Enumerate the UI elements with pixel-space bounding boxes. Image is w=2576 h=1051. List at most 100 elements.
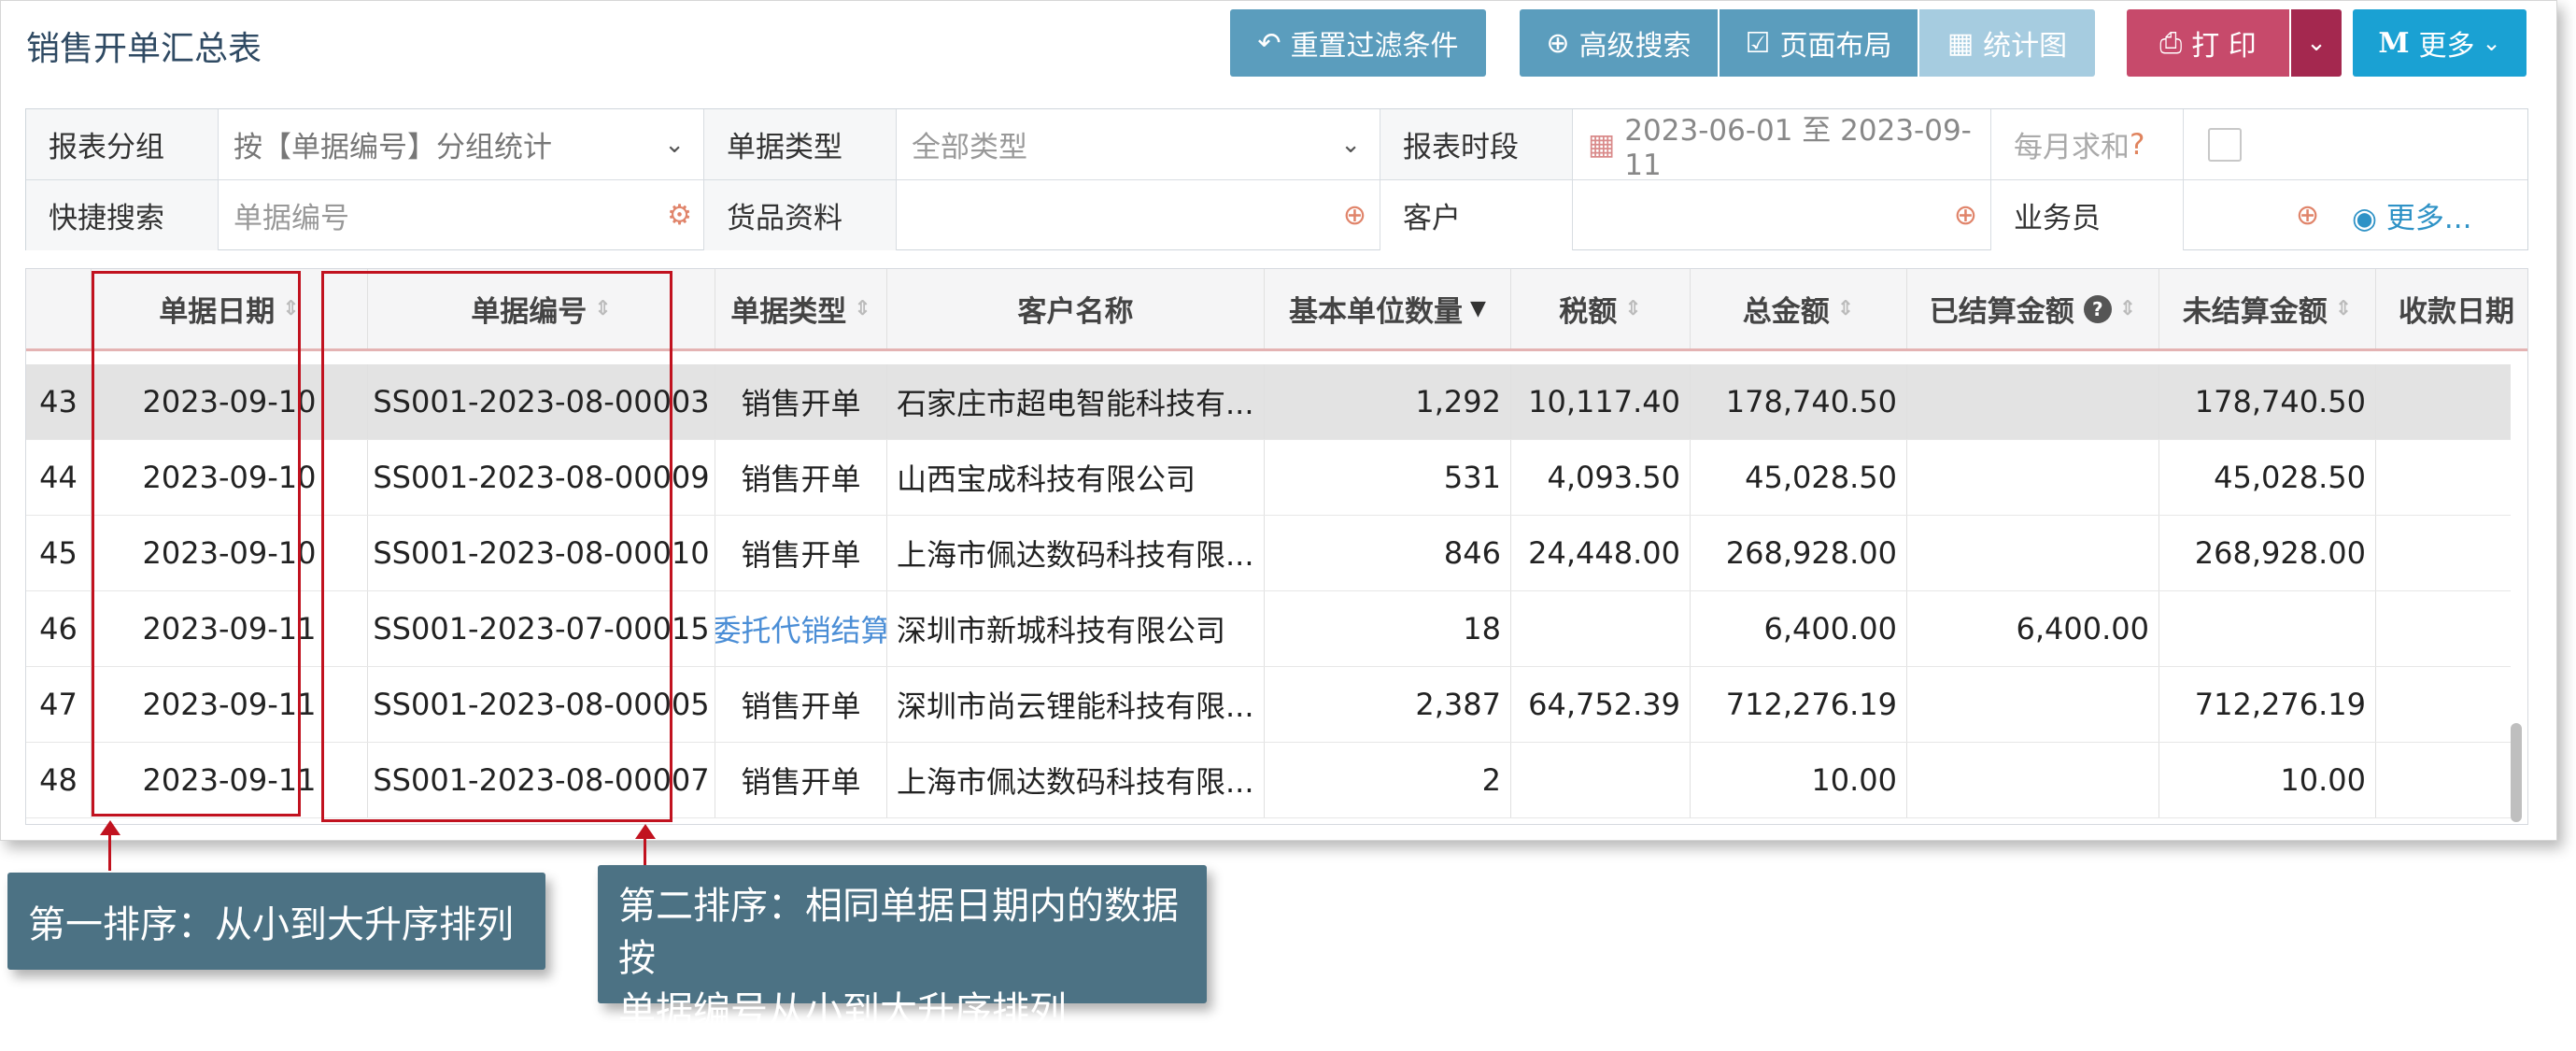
second-sort-line1: 第二排序：相同单据日期内的数据按	[618, 885, 1179, 980]
page-layout-button[interactable]: ☑ 页面布局	[1720, 9, 1918, 77]
header-label: 单据类型	[730, 295, 847, 329]
chevron-down-icon: ⌄	[2306, 29, 2327, 57]
cell-qty: 1,292	[1265, 364, 1511, 439]
header-label: 客户名称	[1017, 295, 1134, 329]
customer-input[interactable]: ⊕	[1573, 180, 1991, 250]
cell-pay-date	[2376, 667, 2511, 742]
cell-qty: 846	[1265, 516, 1511, 590]
quick-search-input[interactable]: 单据编号 ⚙	[219, 180, 704, 250]
more-filters-link[interactable]: ◉ 更多...	[2352, 194, 2471, 236]
report-group-label: 报表分组	[26, 109, 219, 180]
monthly-sum-checkbox[interactable]	[2208, 127, 2242, 162]
cell-unsettled: 45,028.50	[2159, 440, 2376, 515]
sort-icon: ⇕	[1624, 297, 1642, 320]
header-label: 税额	[1559, 295, 1618, 329]
period-input[interactable]: ▦ 2023-06-01 至 2023-09-11	[1573, 109, 1991, 182]
header-unsettled[interactable]: 未结算金额 ⇕	[2159, 269, 2376, 348]
cell-settled	[1907, 440, 2159, 515]
cell-doc-type-link[interactable]: 委托代销结算	[715, 591, 887, 666]
cell-settled	[1907, 743, 2159, 817]
monthly-sum-text: 每月求和	[2014, 131, 2130, 164]
cell-tax: 64,752.39	[1511, 667, 1691, 742]
zoom-search-icon[interactable]: ⊕	[2296, 199, 2319, 232]
report-group-select[interactable]: 按【单据编号】分组统计 ⌄	[219, 109, 704, 180]
sort-desc-icon: ▼	[1470, 297, 1486, 320]
cell-tax	[1511, 591, 1691, 666]
cell-customer: 山西宝成科技有限公司	[887, 440, 1265, 515]
search-plus-icon: ⊕	[1546, 26, 1570, 60]
zoom-search-icon[interactable]: ⊕	[1343, 199, 1366, 232]
period-value: 2023-06-01 至 2023-09-11	[1624, 114, 1972, 182]
sort-icon: ⇕	[854, 297, 871, 320]
header-customer[interactable]: 客户名称	[887, 269, 1265, 348]
cell-unsettled	[2159, 591, 2376, 666]
advanced-search-label: 高级搜索	[1578, 30, 1691, 63]
cell-settled	[1907, 364, 2159, 439]
settings-gears-icon[interactable]: ⚙	[667, 199, 692, 232]
sort-icon: ⇕	[2334, 297, 2353, 320]
m-logo-icon: M	[2378, 26, 2410, 60]
header-settled[interactable]: 已结算金额? ⇕	[1907, 269, 2159, 348]
header-doc-type[interactable]: 单据类型 ⇕	[715, 269, 887, 348]
chevron-down-icon: ⌄	[2482, 30, 2501, 56]
docno-column-highlight	[321, 271, 672, 822]
header-label: 未结算金额	[2182, 295, 2328, 329]
vertical-scrollbar[interactable]	[2511, 723, 2522, 822]
advanced-search-button[interactable]: ⊕ 高级搜索	[1520, 9, 1718, 77]
calendar-icon: ▦	[1588, 127, 1616, 162]
print-dropdown-button[interactable]: ⌄	[2291, 9, 2342, 77]
cell-doc-type: 销售开单	[715, 516, 887, 590]
goods-input[interactable]: ⊕	[897, 180, 1380, 250]
cell-unsettled: 178,740.50	[2159, 364, 2376, 439]
more-menu-button[interactable]: M 更多 ⌄	[2353, 9, 2526, 77]
quick-search-label: 快捷搜索	[26, 180, 219, 250]
cell-pay-date	[2376, 743, 2511, 817]
cell-pay-date	[2376, 440, 2511, 515]
grid-icon: ▦	[1946, 26, 1974, 60]
cell-customer: 石家庄市超电智能科技有...	[887, 364, 1265, 439]
cell-doc-type: 销售开单	[715, 440, 887, 515]
horizontal-scrollbar[interactable]	[77, 824, 1057, 825]
header-pay-date[interactable]: 收款日期	[2376, 269, 2527, 348]
chart-button[interactable]: ▦ 统计图	[1919, 9, 2095, 77]
date-column-highlight	[92, 271, 301, 817]
cell-settled: 6,400.00	[1907, 591, 2159, 666]
sort-icon: ⇕	[1836, 297, 1855, 320]
cell-total: 45,028.50	[1691, 440, 1907, 515]
cell-customer: 深圳市新城科技有限公司	[887, 591, 1265, 666]
cell-total: 10.00	[1691, 743, 1907, 817]
header-qty[interactable]: 基本单位数量 ▼	[1265, 269, 1511, 348]
cell-doc-type: 销售开单	[715, 743, 887, 817]
help-icon[interactable]: ?	[2083, 294, 2112, 323]
header-label: 基本单位数量	[1289, 295, 1464, 329]
zoom-search-icon[interactable]: ⊕	[1954, 199, 1977, 232]
cell-doc-type: 销售开单	[715, 364, 887, 439]
goods-label: 货品资料	[704, 180, 897, 250]
row-number: 46	[26, 591, 92, 666]
header-total[interactable]: 总金额 ⇕	[1691, 269, 1907, 348]
cell-qty: 2	[1265, 743, 1511, 817]
arrow-line	[644, 837, 646, 865]
chart-label: 统计图	[1983, 30, 2068, 63]
print-button[interactable]: ⎙ 打 印	[2127, 9, 2289, 77]
cell-total: 712,276.19	[1691, 667, 1907, 742]
chevron-down-icon: ⌄	[1340, 130, 1361, 159]
filter-panel: 报表分组 按【单据编号】分组统计 ⌄ 单据类型 全部类型 ⌄ 报表时段 ▦ 20…	[25, 108, 2528, 250]
row-number: 48	[26, 743, 92, 817]
doc-type-select[interactable]: 全部类型 ⌄	[897, 109, 1380, 180]
header-label: 已结算金额	[1929, 295, 2074, 329]
cell-tax: 24,448.00	[1511, 516, 1691, 590]
eye-icon: ◉	[2352, 202, 2378, 235]
header-tax[interactable]: 税额 ⇕	[1511, 269, 1691, 348]
second-sort-callout: 第二排序：相同单据日期内的数据按 单据编号从小到大升序排列	[598, 865, 1207, 1032]
arrow-line	[108, 833, 111, 871]
first-sort-text: 第一排序：从小到大升序排列	[28, 903, 514, 946]
more-label: 更多	[2418, 30, 2475, 63]
reset-filter-button[interactable]: ↶ 重置过滤条件	[1230, 9, 1486, 77]
title-bar: 销售开单汇总表 ↶ 重置过滤条件 ⊕ 高级搜索 ☑ 页面布局 ▦ 统计图 ⎙ 打 印 ⌄ …	[1, 1, 2556, 85]
row-number: 43	[26, 364, 92, 439]
doc-type-value: 全部类型	[912, 131, 1027, 164]
cell-pay-date	[2376, 364, 2511, 439]
doc-type-label: 单据类型	[704, 109, 897, 180]
salesman-input[interactable]: ⊕ ◉ 更多...	[2184, 180, 2527, 250]
